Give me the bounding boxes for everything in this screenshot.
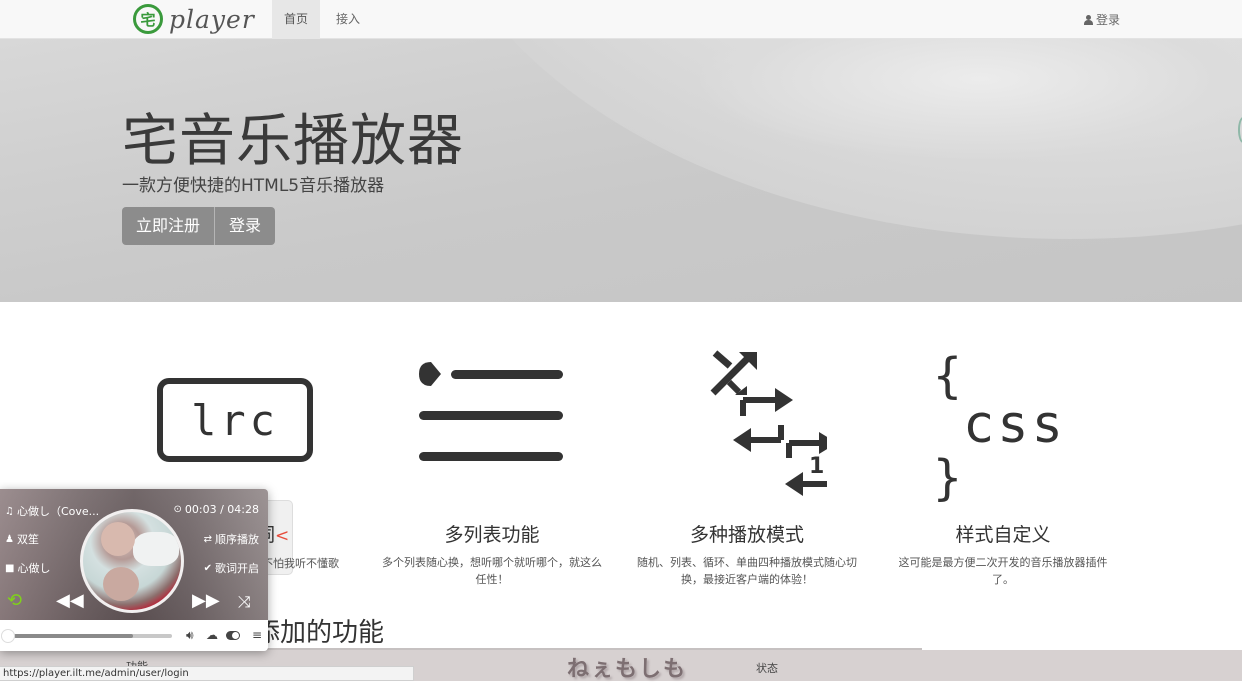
- progress-handle[interactable]: [1, 629, 15, 643]
- menu-icon[interactable]: ≡: [252, 628, 262, 642]
- shuffle-button[interactable]: ⤨: [238, 592, 251, 612]
- nav-login-link[interactable]: 登录: [1083, 0, 1120, 39]
- nav-home[interactable]: 首页: [272, 0, 321, 39]
- feature-desc: 这可能是最方便二次开发的音乐播放器插件了。: [898, 556, 1108, 586]
- feature-lyrics: lrc: [115, 330, 355, 510]
- single-repeat-badge: 1: [809, 454, 824, 479]
- browser-status-url: https://player.ilt.me/admin/user/login: [0, 666, 414, 681]
- user-icon: [1083, 14, 1093, 25]
- user-icon: ♟: [5, 533, 14, 545]
- lyrics-toggle[interactable]: ✔ 歌词开启: [204, 560, 259, 576]
- play-mode-toggle[interactable]: ⇄ 顺序播放: [204, 531, 259, 547]
- feature-custom-style: { css } 样式自定义 这可能是最方便二次开发的音乐播放器插件了。: [883, 330, 1123, 588]
- chevron-left-icon[interactable]: <: [275, 526, 289, 546]
- song-album: ■ 心做し: [5, 562, 51, 575]
- clock-icon: ⊙: [173, 504, 182, 515]
- folder-icon: ■: [5, 562, 15, 574]
- lrc-icon: lrc: [115, 330, 355, 510]
- check-circle-icon: ✔: [203, 562, 212, 574]
- lyrics-feature-desc-partial: 不怕我听不懂歌: [262, 557, 339, 570]
- hero-button-group: 立即注册 登录: [122, 207, 276, 245]
- volume-icon[interactable]: 🔊︎: [186, 628, 194, 643]
- music-player: ♫ 心做し（Cove... ⊙ 00:03 / 04:28 ♟ 双笙 ⇄ 顺序播…: [0, 489, 268, 651]
- progress-fill: [14, 634, 133, 638]
- song-time: ⊙ 00:03 / 04:28: [173, 503, 260, 516]
- progress-bar[interactable]: [14, 634, 172, 638]
- feature-title: 多种播放模式: [689, 524, 804, 546]
- nav-api[interactable]: 接入: [324, 0, 372, 39]
- song-artist: ♟ 双笙: [5, 533, 39, 546]
- register-button[interactable]: 立即注册: [122, 207, 215, 245]
- cloud-download-icon[interactable]: ☁: [206, 628, 218, 642]
- list-icon: [372, 330, 612, 510]
- brand-name: player: [169, 4, 255, 34]
- login-button[interactable]: 登录: [214, 207, 276, 245]
- feature-multi-list: 多列表功能 多个列表随心换，想听哪个就听哪个，就这么任性！: [372, 330, 612, 588]
- feature-title: 多列表功能: [444, 524, 540, 546]
- column-header-status: 状态: [756, 662, 778, 675]
- album-cover[interactable]: [80, 509, 184, 613]
- hero-title: 宅音乐播放器: [122, 109, 464, 174]
- feature-play-modes: 1 多种播放模式 随机、列表、循环、单曲四种播放模式随心切换，最接近客户端的体验…: [627, 330, 867, 588]
- hero-banner: 宅音乐播放器 一款方便快捷的HTML5音乐播放器 立即注册 登录: [0, 39, 1242, 302]
- navbar: 宅 player 首页 接入 登录: [0, 0, 1242, 39]
- loop-mode-button[interactable]: ⟲: [7, 590, 22, 611]
- feature-desc: 多个列表随心换，想听哪个就听哪个，就这么任性！: [382, 556, 602, 586]
- feature-title: 样式自定义: [955, 524, 1051, 546]
- player-control-bar: 🔊︎ ☁ ≡: [0, 620, 268, 651]
- css-icon: { css }: [933, 348, 1066, 506]
- next-track-button[interactable]: ▶▶: [192, 590, 220, 611]
- song-title: ♫ 心做し（Cove...: [5, 505, 100, 518]
- repeat-icon: ⇄: [203, 533, 212, 545]
- carousel-edge-indicator[interactable]: [1238, 117, 1242, 143]
- hero-subtitle: 一款方便快捷的HTML5音乐播放器: [122, 176, 385, 196]
- toggle-icon[interactable]: [226, 628, 240, 642]
- nav-login-label: 登录: [1095, 12, 1120, 27]
- brand-logo-link[interactable]: 宅 player: [133, 2, 255, 36]
- player-info-panel: ♫ 心做し（Cove... ⊙ 00:03 / 04:28 ♟ 双笙 ⇄ 顺序播…: [0, 489, 268, 620]
- watermark-logo: ねぇもしも: [567, 656, 688, 682]
- play-modes-icon: 1: [627, 330, 867, 510]
- brand-logo-icon: 宅: [133, 4, 163, 34]
- music-note-icon: ♫: [5, 505, 14, 517]
- previous-track-button[interactable]: ◀◀: [56, 590, 84, 611]
- table-header-gap: [922, 640, 1242, 650]
- feature-desc: 随机、列表、循环、单曲四种播放模式随心切换，最接近客户端的体验！: [637, 556, 857, 586]
